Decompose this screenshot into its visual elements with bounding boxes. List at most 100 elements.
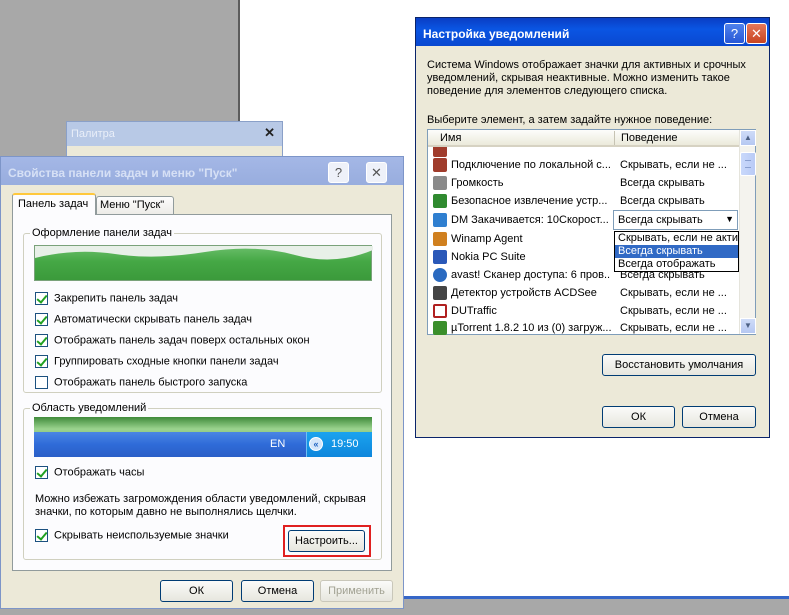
checkbox-label: Автоматически скрывать панель задач	[54, 313, 253, 326]
ok-button[interactable]: ОК	[160, 580, 233, 602]
intro-line2: уведомлений, скрывая неактивные. Можно и…	[427, 72, 730, 84]
close-button[interactable]: ✕	[366, 162, 387, 183]
list-header: Имя Поведение	[428, 130, 739, 147]
checkbox-box[interactable]	[35, 292, 48, 305]
on-top-checkbox[interactable]: Отображать панель задач поверх остальных…	[35, 334, 310, 348]
tab-label: Панель задач	[18, 198, 89, 210]
dutraffic-icon	[433, 304, 447, 318]
help-button[interactable]: ?	[328, 162, 349, 183]
grip-icon	[745, 160, 751, 168]
item-behavior: Всегда скрывать	[620, 177, 705, 189]
column-header-name[interactable]: Имя	[440, 132, 461, 144]
taskbar-preview	[34, 245, 373, 281]
notification-settings-dialog: Настройка уведомлений ? ✕ Система Window…	[415, 17, 770, 438]
taskbar-properties-dialog: Свойства панели задач и меню "Пуск" ? ✕ …	[0, 156, 404, 609]
item-behavior: Скрывать, если не ...	[620, 305, 727, 317]
item-behavior: Всегда скрывать	[620, 195, 705, 207]
intro-line3: поведение для элементов следующего списк…	[427, 85, 668, 97]
help-button[interactable]: ?	[724, 23, 745, 44]
show-clock-checkbox[interactable]: Отображать часы	[35, 466, 144, 480]
close-button[interactable]: ✕	[746, 23, 767, 44]
dropdown-option[interactable]: Скрывать, если не акти	[615, 232, 738, 245]
checkbox-label: Закрепить панель задач	[54, 292, 179, 305]
winamp-icon	[433, 232, 447, 246]
group-title: Область уведомлений	[30, 402, 149, 414]
palette-window[interactable]: Палитра ✕	[66, 121, 283, 162]
column-header-behavior[interactable]: Поведение	[621, 132, 678, 144]
item-name: µTorrent 1.8.2 10 из (0) загруж...	[451, 322, 611, 334]
select-value: Всегда скрывать	[618, 214, 703, 226]
item-name: Nokia PC Suite	[451, 251, 526, 263]
checkbox-label: Отображать панель быстрого запуска	[54, 376, 248, 389]
list-item[interactable]: Безопасное извлечение устр... Всегда скр…	[429, 192, 738, 210]
checkbox-label: Группировать сходные кнопки панели задач	[54, 355, 279, 368]
chevron-left-icon[interactable]: «	[309, 437, 323, 451]
quick-launch-checkbox[interactable]: Отображать панель быстрого запуска	[35, 376, 247, 390]
dialog-titlebar[interactable]: Настройка уведомлений	[416, 18, 769, 46]
group-buttons-checkbox[interactable]: Группировать сходные кнопки панели задач	[35, 355, 279, 369]
network-icon	[433, 158, 447, 172]
checkbox-label: Отображать часы	[54, 466, 145, 479]
safely-remove-icon	[433, 194, 447, 208]
tray-language: EN	[270, 438, 286, 450]
column-divider	[614, 131, 615, 145]
list-item[interactable]: Громкость Всегда скрывать	[429, 174, 738, 192]
customize-button[interactable]: Настроить...	[288, 530, 365, 552]
item-name: DM Закачивается: 10Скорост...	[451, 214, 609, 226]
scroll-thumb[interactable]	[740, 152, 756, 176]
behavior-dropdown-list[interactable]: Скрывать, если не акти Всегда скрывать В…	[614, 231, 739, 272]
cancel-button[interactable]: Отмена	[241, 580, 314, 602]
dropdown-option[interactable]: Всегда отображать	[615, 258, 738, 271]
utorrent-icon	[433, 321, 447, 335]
hide-inactive-checkbox[interactable]: Скрывать неиспользуемые значки	[35, 529, 229, 543]
checkbox-box[interactable]	[35, 313, 48, 326]
intro-line1: Система Windows отображает значки для ак…	[427, 59, 746, 71]
checkbox-box[interactable]	[35, 376, 48, 389]
tray-clock-area: « 19:50	[306, 432, 372, 457]
palette-title: Палитра	[71, 128, 115, 140]
tab-label: Меню "Пуск"	[100, 199, 165, 211]
checkbox-box[interactable]	[35, 334, 48, 347]
speaker-icon	[433, 176, 447, 190]
dialog-title: Настройка уведомлений	[423, 27, 570, 41]
taskbar-highlight	[404, 596, 789, 599]
dropdown-option-selected[interactable]: Всегда скрывать	[615, 245, 738, 258]
apply-button[interactable]: Применить	[320, 580, 393, 602]
chevron-down-icon[interactable]: ▼	[725, 214, 734, 224]
select-prompt: Выберите элемент, а затем задайте нужное…	[427, 114, 713, 126]
list-item[interactable]: Детектор устройств ACDSee Скрывать, если…	[429, 284, 738, 302]
item-behavior: Скрывать, если не ...	[620, 322, 727, 334]
scroll-up-button[interactable]: ▲	[740, 130, 756, 146]
item-name: avast! Сканер доступа: 6 пров...	[451, 269, 611, 281]
checkbox-label: Скрывать неиспользуемые значки	[54, 529, 229, 542]
autohide-checkbox[interactable]: Автоматически скрывать панель задач	[35, 313, 252, 327]
appearance-group: Оформление панели задач Закрепить панель…	[23, 227, 382, 393]
download-icon	[433, 213, 447, 227]
checkbox-box[interactable]	[35, 355, 48, 368]
behavior-select[interactable]: Всегда скрывать ▼	[613, 210, 738, 230]
preview-highlight	[35, 246, 373, 260]
tab-start-menu[interactable]: Меню "Пуск"	[96, 196, 174, 215]
ok-button[interactable]: ОК	[602, 406, 675, 428]
checkbox-box[interactable]	[35, 529, 48, 542]
list-item[interactable]: µTorrent 1.8.2 10 из (0) загруж... Скрыв…	[429, 319, 738, 335]
item-name: DUTraffic	[451, 305, 497, 317]
close-icon[interactable]: ✕	[264, 125, 275, 141]
restore-defaults-button[interactable]: Восстановить умолчания	[602, 354, 756, 376]
list-item[interactable]: DUTraffic Скрывать, если не ...	[429, 302, 738, 320]
checkbox-box[interactable]	[35, 466, 48, 479]
item-name: Подключение по локальной с...	[451, 159, 611, 171]
acdsee-icon	[433, 286, 447, 300]
notification-area-group: Область уведомлений EN « 19:50 Отображат…	[23, 402, 382, 560]
avast-icon	[433, 268, 447, 282]
list-item[interactable]: Подключение по локальной с... Скрывать, …	[429, 156, 738, 174]
scroll-down-button[interactable]: ▼	[740, 318, 756, 334]
item-name: Winamp Agent	[451, 233, 523, 245]
item-behavior: Скрывать, если не ...	[620, 287, 727, 299]
cancel-button[interactable]: Отмена	[682, 406, 756, 428]
tray-preview: EN « 19:50	[34, 417, 372, 457]
item-name: Громкость	[451, 177, 504, 189]
lock-taskbar-checkbox[interactable]: Закрепить панель задач	[35, 292, 178, 306]
list-scrollbar[interactable]: ▲ ▼	[739, 130, 756, 334]
tab-panel-taskbar[interactable]: Панель задач	[12, 193, 96, 215]
